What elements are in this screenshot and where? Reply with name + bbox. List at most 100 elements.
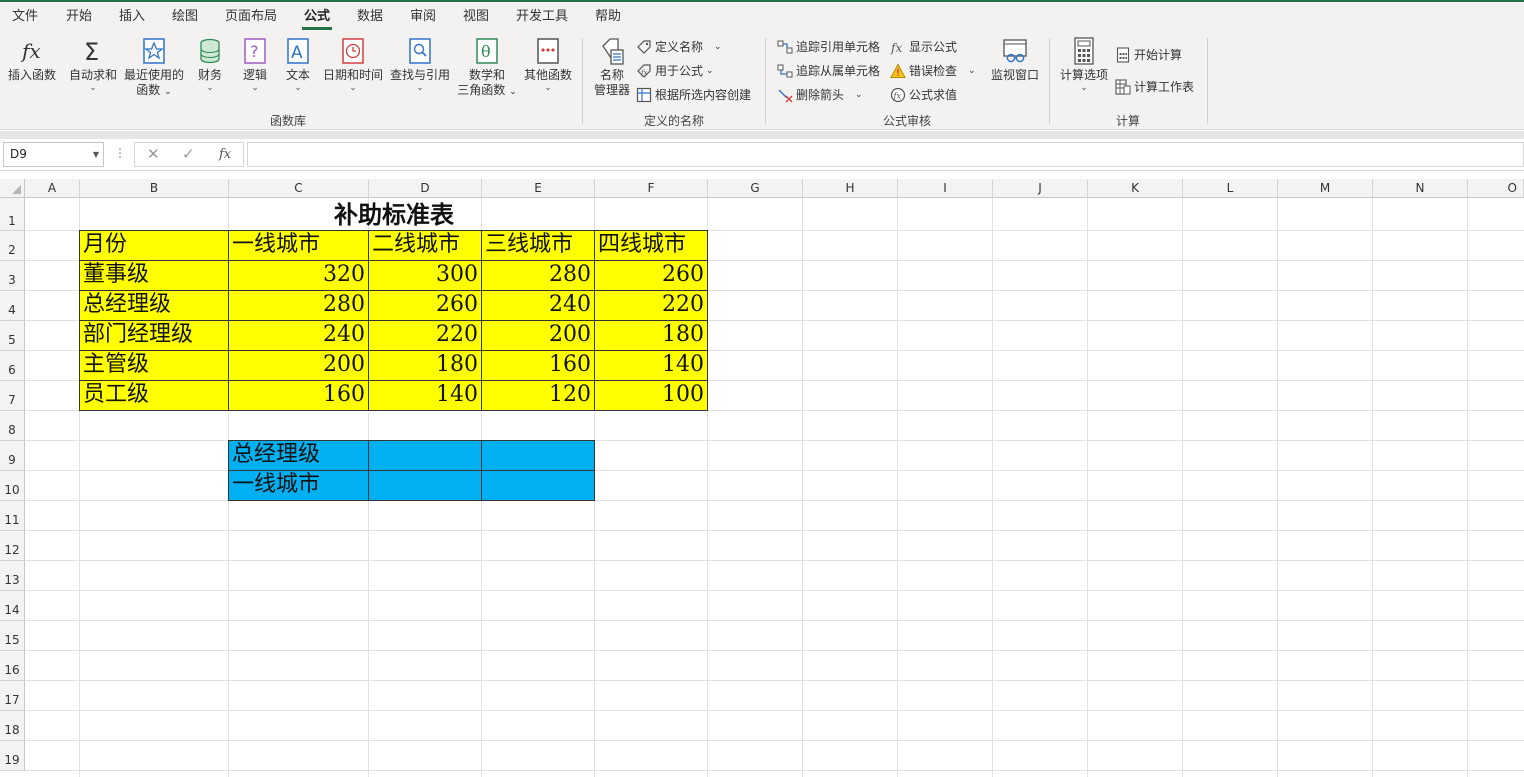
table-header-tier1[interactable]: 一线城市 [229,231,369,261]
row-header-12[interactable]: 12 [0,531,25,561]
table-header-tier2[interactable]: 二线城市 [369,231,482,261]
text-button[interactable]: A 文本 ⌄ [282,36,314,93]
column-header-c[interactable]: C [229,179,369,198]
row-header-1[interactable]: 1 [0,198,25,231]
row-header-18[interactable]: 18 [0,711,25,741]
recent-functions-button[interactable]: 最近使用的 函数 ⌄ [123,36,185,100]
create-from-selection-button[interactable]: 根据所选内容创建 [636,85,751,105]
define-name-button[interactable]: 定义名称 ⌄ [636,37,722,57]
table-cell[interactable]: 200 [482,321,595,351]
table-cell[interactable]: 300 [369,261,482,291]
menu-review[interactable]: 审阅 [408,8,438,30]
logical-button[interactable]: ? 逻辑 ⌄ [239,36,271,93]
row-header-6[interactable]: 6 [0,351,25,381]
formula-bar-resize-handle[interactable]: ⋮ [114,146,126,160]
table-cell[interactable]: 140 [595,351,708,381]
row-header-8[interactable]: 8 [0,411,25,441]
column-header-i[interactable]: I [898,179,993,198]
row-header-7[interactable]: 7 [0,381,25,411]
row-header-10[interactable]: 10 [0,471,25,501]
chevron-down-icon[interactable]: ▼ [93,143,99,166]
menu-developer[interactable]: 开发工具 [514,8,570,30]
column-header-b[interactable]: B [80,179,229,198]
table-cell-level[interactable]: 董事级 [80,261,229,291]
table-cell[interactable]: 240 [482,291,595,321]
table-header-tier4[interactable]: 四线城市 [595,231,708,261]
other-functions-button[interactable]: 其他函数 ⌄ [522,36,574,93]
table-cell-level[interactable]: 部门经理级 [80,321,229,351]
watch-window-button[interactable]: 监视窗口 [989,36,1041,83]
row-header-14[interactable]: 14 [0,591,25,621]
show-formulas-button[interactable]: fx 显示公式 [890,37,957,57]
table-cell-level[interactable]: 主管级 [80,351,229,381]
table-cell[interactable]: 180 [595,321,708,351]
column-header-g[interactable]: G [708,179,803,198]
column-header-m[interactable]: M [1278,179,1373,198]
menu-view[interactable]: 视图 [461,8,491,30]
financial-button[interactable]: 财务 ⌄ [194,36,226,93]
use-in-formula-button[interactable]: fx 用于公式 ⌄ [636,61,714,81]
column-header-d[interactable]: D [369,179,482,198]
evaluate-formula-button[interactable]: fx 公式求值 [890,85,957,105]
enter-icon[interactable]: ✓ [182,145,195,163]
worksheet-grid[interactable]: A B C D E F G H I J K L M N O 1 2 3 4 5 … [0,179,1524,777]
lookup-city-cell[interactable]: 一线城市 [229,471,369,501]
column-header-o[interactable]: O [1468,179,1524,198]
remove-arrows-button[interactable]: 删除箭头 ⌄ [777,85,863,105]
row-header-15[interactable]: 15 [0,621,25,651]
table-cell[interactable]: 220 [595,291,708,321]
menu-formulas[interactable]: 公式 [302,8,333,30]
table-cell[interactable]: 120 [482,381,595,411]
table-cell-level[interactable]: 员工级 [80,381,229,411]
table-cell[interactable]: 320 [229,261,369,291]
table-cell[interactable]: 140 [369,381,482,411]
table-cell[interactable]: 280 [229,291,369,321]
calc-now-button[interactable]: 开始计算 [1115,45,1182,65]
lookup-extra-cell[interactable] [482,471,595,501]
calc-sheet-button[interactable]: 计算工作表 [1115,77,1194,97]
lookup-button[interactable]: 查找与引用 ⌄ [389,36,451,93]
table-cell[interactable]: 280 [482,261,595,291]
table-header-tier3[interactable]: 三线城市 [482,231,595,261]
table-cell[interactable]: 220 [369,321,482,351]
table-cell[interactable]: 260 [369,291,482,321]
menu-home[interactable]: 开始 [64,8,94,30]
row-header-17[interactable]: 17 [0,681,25,711]
name-manager-button[interactable]: 名称 管理器 [591,36,633,98]
select-all-corner[interactable] [0,179,25,198]
lookup-result-cell[interactable] [369,471,482,501]
datetime-button[interactable]: 日期和时间 ⌄ [322,36,384,93]
column-header-h[interactable]: H [803,179,898,198]
insert-function-icon[interactable]: fx [219,147,231,162]
menu-file[interactable]: 文件 [10,8,40,30]
column-header-l[interactable]: L [1183,179,1278,198]
trace-precedents-button[interactable]: 追踪引用单元格 [777,37,880,57]
row-header-4[interactable]: 4 [0,291,25,321]
menu-page-layout[interactable]: 页面布局 [223,8,279,30]
column-header-j[interactable]: J [993,179,1088,198]
table-cell[interactable]: 200 [229,351,369,381]
column-header-n[interactable]: N [1373,179,1468,198]
table-cell[interactable]: 160 [482,351,595,381]
table-cell[interactable]: 180 [369,351,482,381]
row-header-9[interactable]: 9 [0,441,25,471]
table-cell[interactable]: 240 [229,321,369,351]
trace-dependents-button[interactable]: 追踪从属单元格 [777,61,880,81]
row-header-16[interactable]: 16 [0,651,25,681]
lookup-result-cell[interactable] [369,441,482,471]
lookup-level-cell[interactable]: 总经理级 [229,441,369,471]
cancel-icon[interactable]: ✕ [147,145,160,163]
lookup-extra-cell[interactable] [482,441,595,471]
menu-insert[interactable]: 插入 [117,8,147,30]
row-header-13[interactable]: 13 [0,561,25,591]
autosum-button[interactable]: Σ 自动求和 ⌄ [68,36,118,93]
column-header-f[interactable]: F [595,179,708,198]
sheet-title[interactable]: 补助标准表 [80,200,708,231]
menu-data[interactable]: 数据 [355,8,385,30]
table-cell[interactable]: 260 [595,261,708,291]
table-cell[interactable]: 100 [595,381,708,411]
math-button[interactable]: θ 数学和 三角函数 ⌄ [456,36,518,100]
insert-function-button[interactable]: fx 插入函数 [6,36,58,83]
name-box[interactable]: D9 ▼ [3,142,104,167]
table-header-month[interactable]: 月份 [80,231,229,261]
